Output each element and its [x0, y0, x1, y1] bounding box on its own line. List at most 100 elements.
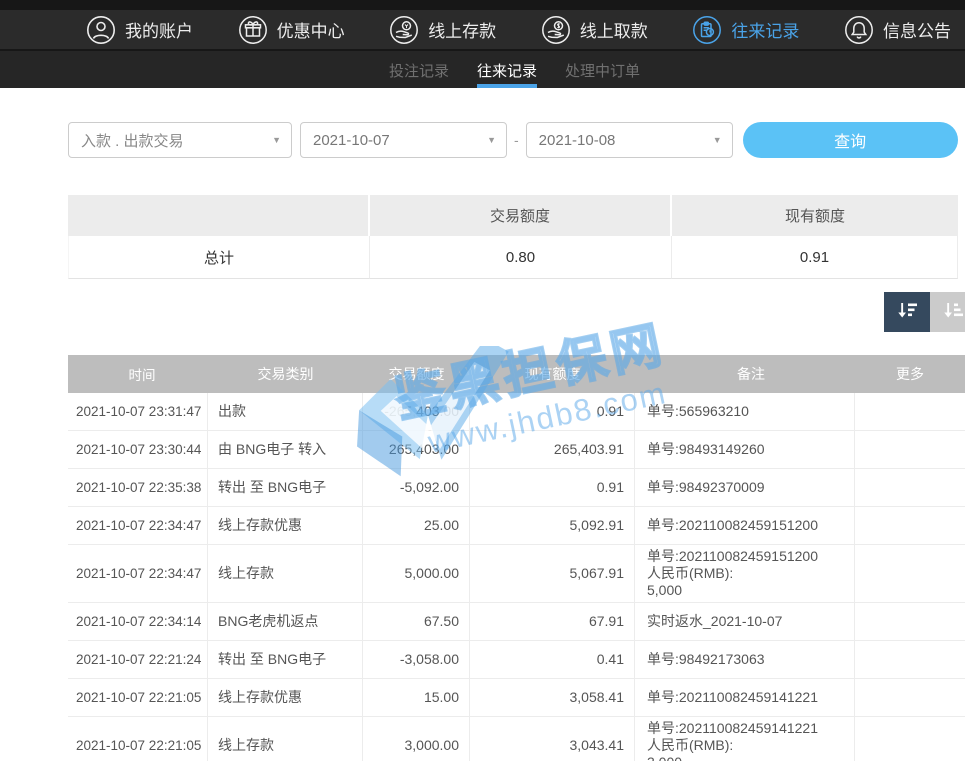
cell-time: 2021-10-07 23:31:47: [68, 393, 208, 430]
cell-more: [855, 641, 965, 678]
cell-amount: 3,000.00: [363, 717, 470, 761]
date-from-value: 2021-10-07: [313, 132, 390, 149]
nav-item-transaction-records[interactable]: 往来记录: [692, 15, 799, 45]
table-row: 2021-10-07 22:34:47 线上存款 5,000.00 5,067.…: [68, 545, 965, 603]
content-area: 入款 . 出款交易 ▼ 2021-10-07 ▼ - 2021-10-08 ▼ …: [0, 122, 965, 761]
tab-group: 投注记录 往来记录 处理中订单: [389, 51, 640, 88]
nav-item-label: 优惠中心: [277, 17, 345, 42]
nav-item-withdrawal[interactable]: 线上取款: [541, 15, 648, 45]
bell-icon: [844, 15, 874, 45]
cell-time: 2021-10-07 22:21:05: [68, 717, 208, 761]
cell-amount: 67.50: [363, 603, 470, 640]
table-row: 2021-10-07 22:21:24 转出 至 BNG电子 -3,058.00…: [68, 641, 965, 679]
sub-nav: 投注记录 往来记录 处理中订单: [0, 51, 965, 88]
cell-type: 转出 至 BNG电子: [208, 641, 363, 678]
cell-time: 2021-10-07 22:34:47: [68, 507, 208, 544]
summary-table: 交易额度 现有额度 总计 0.80 0.91: [68, 195, 958, 279]
cell-type: 出款: [208, 393, 363, 430]
cell-amount: 5,000.00: [363, 545, 470, 602]
table-row: 2021-10-07 22:21:05 线上存款 3,000.00 3,043.…: [68, 717, 965, 761]
date-to-select[interactable]: 2021-10-08 ▼: [526, 122, 733, 158]
cell-type: 线上存款: [208, 717, 363, 761]
sort-controls-row: [68, 292, 965, 332]
cell-balance: 3,058.41: [470, 679, 635, 716]
cell-balance: 3,043.41: [470, 717, 635, 761]
nav-item-label: 线上存款: [428, 17, 496, 42]
deposit-icon: [389, 15, 419, 45]
nav-item-my-account[interactable]: 我的账户: [86, 15, 193, 45]
top-strip: [0, 0, 965, 10]
tab-processing-orders[interactable]: 处理中订单: [565, 51, 640, 88]
sort-ascending-icon: [940, 298, 965, 327]
cell-amount: 25.00: [363, 507, 470, 544]
transaction-type-value: 入款 . 出款交易: [81, 130, 184, 151]
cell-balance: 0.91: [470, 469, 635, 506]
cell-balance: 5,067.91: [470, 545, 635, 602]
nav-item-announcements[interactable]: 信息公告: [844, 15, 951, 45]
cell-type: 由 BNG电子 转入: [208, 431, 363, 468]
table-row: 2021-10-07 22:21:05 线上存款优惠 15.00 3,058.4…: [68, 679, 965, 717]
summary-total-row: 总计 0.80 0.91: [68, 236, 958, 279]
sort-asc-button[interactable]: [930, 292, 965, 332]
summary-total-label: 总计: [68, 236, 370, 279]
cell-amount: -5,092.00: [363, 469, 470, 506]
date-from-select[interactable]: 2021-10-07 ▼: [300, 122, 507, 158]
table-row: 2021-10-07 23:30:44 由 BNG电子 转入 265,403.0…: [68, 431, 965, 469]
cell-remark: 单号:202110082459141221 人民币(RMB): 3,000: [635, 717, 855, 761]
transactions-table: 时间 交易类别 交易额度 现有额度 备注 更多 2021-10-07 23:31…: [68, 355, 965, 761]
cell-amount: 265,403.00: [363, 431, 470, 468]
cell-more: [855, 507, 965, 544]
column-header-more: 更多: [855, 355, 965, 393]
cell-more: [855, 431, 965, 468]
nav-item-deposit[interactable]: 线上存款: [389, 15, 496, 45]
cell-balance: 67.91: [470, 603, 635, 640]
cell-type: 线上存款优惠: [208, 679, 363, 716]
chevron-down-icon: ▼: [713, 135, 722, 145]
cell-amount: -265,403.00: [363, 393, 470, 430]
nav-item-label: 我的账户: [125, 17, 193, 42]
summary-header-current-amount: 现有额度: [672, 195, 958, 236]
sort-controls: [884, 292, 965, 332]
summary-header-transaction-amount: 交易额度: [370, 195, 672, 236]
chevron-down-icon: ▼: [272, 135, 281, 145]
nav-item-label: 线上取款: [580, 17, 648, 42]
cell-amount: -3,058.00: [363, 641, 470, 678]
cell-remark: 单号:202110082459151200 人民币(RMB): 5,000: [635, 545, 855, 602]
withdraw-icon: [541, 15, 571, 45]
cell-remark: 单号:202110082459141221: [635, 679, 855, 716]
table-row: 2021-10-07 22:34:14 BNG老虎机返点 67.50 67.91…: [68, 603, 965, 641]
nav-item-label: 信息公告: [883, 17, 951, 42]
sort-descending-icon: [894, 298, 920, 327]
cell-remark: 实时返水_2021-10-07: [635, 603, 855, 640]
summary-current-amount: 0.91: [672, 236, 958, 279]
records-icon: [692, 15, 722, 45]
cell-type: 线上存款: [208, 545, 363, 602]
filter-bar: 入款 . 出款交易 ▼ 2021-10-07 ▼ - 2021-10-08 ▼ …: [68, 122, 965, 158]
cell-more: [855, 469, 965, 506]
cell-balance: 5,092.91: [470, 507, 635, 544]
cell-type: 线上存款优惠: [208, 507, 363, 544]
cell-remark: 单号:202110082459151200: [635, 507, 855, 544]
sort-desc-button[interactable]: [884, 292, 930, 332]
tab-transaction-records[interactable]: 往来记录: [477, 51, 537, 88]
column-header-time: 时间: [68, 355, 208, 393]
cell-more: [855, 393, 965, 430]
cell-more: [855, 603, 965, 640]
nav-item-promotions[interactable]: 优惠中心: [238, 15, 345, 45]
main-nav: 我的账户 优惠中心 线上存款 线上取款 往来记录 信息公告: [0, 10, 965, 51]
cell-time: 2021-10-07 22:34:14: [68, 603, 208, 640]
tab-betting-records[interactable]: 投注记录: [389, 51, 449, 88]
cell-balance: 0.91: [470, 393, 635, 430]
transaction-type-select[interactable]: 入款 . 出款交易 ▼: [68, 122, 292, 158]
cell-time: 2021-10-07 22:21:05: [68, 679, 208, 716]
cell-type: BNG老虎机返点: [208, 603, 363, 640]
cell-more: [855, 717, 965, 761]
query-button[interactable]: 查询: [743, 122, 958, 158]
table-row: 2021-10-07 22:35:38 转出 至 BNG电子 -5,092.00…: [68, 469, 965, 507]
page: 我的账户 优惠中心 线上存款 线上取款 往来记录 信息公告 投注记录 往来记录 …: [0, 0, 965, 761]
user-icon: [86, 15, 116, 45]
chevron-down-icon: ▼: [487, 135, 496, 145]
cell-amount: 15.00: [363, 679, 470, 716]
cell-balance: 265,403.91: [470, 431, 635, 468]
column-header-amount: 交易额度: [363, 355, 470, 393]
